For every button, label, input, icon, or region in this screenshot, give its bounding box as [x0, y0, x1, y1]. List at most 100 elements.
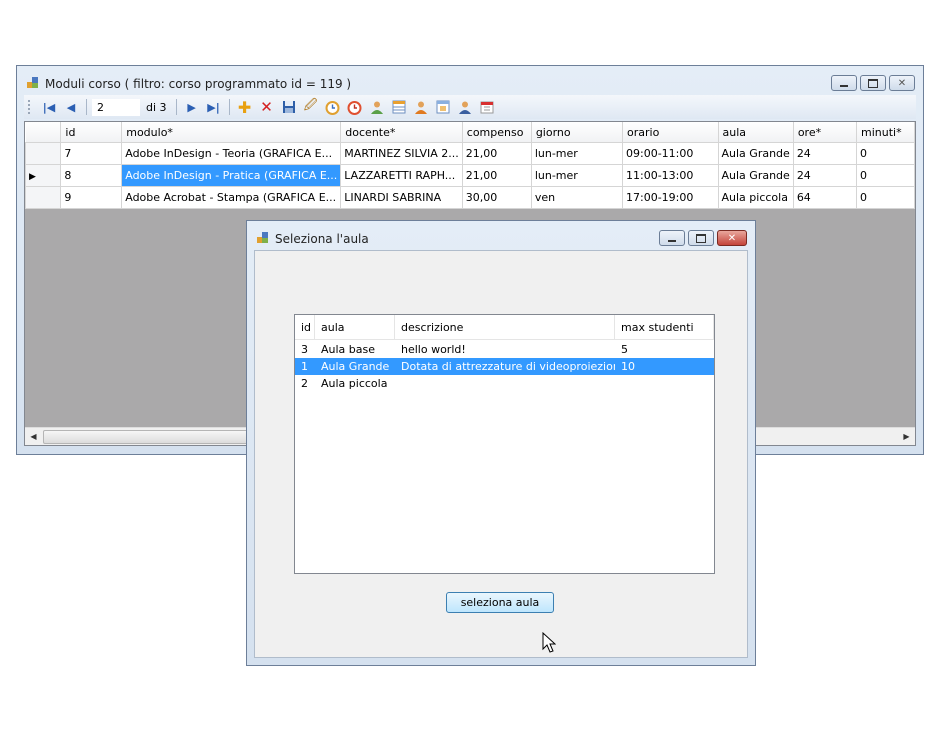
calendar-button[interactable]	[477, 98, 497, 116]
students-button[interactable]	[455, 98, 475, 116]
close-button[interactable]: ✕	[717, 230, 747, 246]
position-input[interactable]: 2	[92, 98, 140, 116]
moduli-table: id modulo* docente* compenso giorno orar…	[25, 122, 915, 209]
scroll-left-arrow-icon[interactable]: ◀	[25, 428, 42, 445]
grid-cell[interactable]: 0	[855, 186, 915, 209]
grid-cell[interactable]: lun-mer	[530, 164, 624, 187]
row-header[interactable]	[25, 186, 62, 209]
minimize-button[interactable]	[659, 230, 685, 246]
column-header[interactable]: modulo*	[121, 122, 342, 143]
move-last-icon: ▶|	[207, 100, 220, 114]
close-icon: ✕	[897, 77, 907, 89]
list-item[interactable]: 2 Aula piccola	[295, 375, 714, 392]
grid-cell[interactable]: 17:00-19:00	[622, 186, 719, 209]
row-header[interactable]: ▶	[25, 164, 62, 187]
user-button[interactable]	[367, 98, 387, 116]
column-header[interactable]: descrizione	[395, 315, 615, 339]
binding-navigator: |◀ ◀ 2 di 3 ▶ ▶| ✚ ✕ 🖉	[24, 95, 916, 119]
move-last-button[interactable]: ▶|	[204, 98, 224, 116]
column-header[interactable]: giorno	[531, 122, 624, 143]
grid-cell[interactable]: 09:00-11:00	[622, 142, 719, 165]
list-cell: Aula Grande	[321, 360, 390, 373]
grid-cell[interactable]: 24	[792, 164, 857, 187]
grid-cell[interactable]: 30,00	[461, 186, 532, 209]
delete-button[interactable]: ✕	[257, 98, 277, 116]
column-header[interactable]: max studenti	[615, 315, 714, 339]
list-cell: Aula base	[321, 343, 376, 356]
schedule-button[interactable]	[323, 98, 343, 116]
grid-cell[interactable]: LAZZARETTI RAPH...	[340, 164, 463, 187]
list-item-selected[interactable]: 1 Aula Grande Dotata di attrezzature di …	[295, 358, 714, 375]
column-header[interactable]: aula	[315, 315, 395, 339]
toolbar-separator	[86, 99, 87, 115]
listview-header: id aula descrizione max studenti	[295, 315, 714, 340]
grid-cell-selected[interactable]: Adobe InDesign - Pratica (GRAFICA E...	[121, 164, 342, 187]
table-row[interactable]: 9 Adobe Acrobat - Stampa (GRAFICA E... L…	[25, 186, 915, 209]
column-header[interactable]: id	[60, 122, 123, 143]
select-room-button[interactable]: seleziona aula	[446, 592, 554, 613]
grid-cell[interactable]: 11:00-13:00	[622, 164, 719, 187]
move-next-button[interactable]: ▶	[182, 98, 202, 116]
alarm-button[interactable]	[345, 98, 365, 116]
list-cell: hello world!	[401, 343, 466, 356]
edit-button[interactable]: 🖉	[301, 98, 321, 116]
grid-cell[interactable]: LINARDI SABRINA	[340, 186, 463, 209]
grid-cell[interactable]: Adobe InDesign - Teoria (GRAFICA E...	[121, 142, 342, 165]
calendar-view-button[interactable]	[433, 98, 453, 116]
list-cell: 10	[621, 360, 635, 373]
move-previous-button[interactable]: ◀	[61, 98, 81, 116]
minimize-icon	[668, 240, 676, 242]
grid-cell[interactable]: 21,00	[461, 142, 532, 165]
maximize-icon	[696, 233, 706, 243]
teacher-button[interactable]	[411, 98, 431, 116]
close-button[interactable]: ✕	[889, 75, 915, 91]
grid-cell[interactable]: ven	[530, 186, 624, 209]
grid-cell[interactable]: 24	[792, 142, 857, 165]
row-header[interactable]	[25, 142, 62, 165]
save-icon	[282, 101, 295, 113]
toolbar-grip[interactable]	[28, 100, 33, 114]
list-cell: 1	[301, 360, 308, 373]
toolbar-separator	[175, 99, 177, 115]
grid-corner-header[interactable]	[25, 122, 62, 143]
grid-cell[interactable]: lun-mer	[530, 142, 624, 165]
move-next-icon: ▶	[187, 100, 196, 114]
save-button[interactable]	[279, 98, 299, 116]
main-window-title: Moduli corso ( filtro: corso programmato…	[45, 77, 352, 91]
wand-icon: 🖉	[303, 98, 318, 113]
move-first-button[interactable]: |◀	[39, 98, 59, 116]
grid-cell[interactable]: MARTINEZ SILVIA 2...	[340, 142, 463, 165]
alarm-clock-icon	[347, 100, 362, 115]
grid-cell[interactable]: Aula Grande	[717, 164, 794, 187]
dialog-titlebar[interactable]: Seleziona l'aula ✕	[247, 221, 755, 249]
grid-cell[interactable]: 0	[855, 164, 915, 187]
column-header[interactable]: id	[295, 315, 315, 339]
grid-cell[interactable]: Aula piccola	[717, 186, 794, 209]
column-header[interactable]: ore*	[793, 122, 857, 143]
grid-cell[interactable]: 8	[60, 164, 123, 187]
table-row[interactable]: 7 Adobe InDesign - Teoria (GRAFICA E... …	[25, 142, 915, 165]
grid-cell[interactable]: 7	[60, 142, 123, 165]
column-header[interactable]: docente*	[340, 122, 463, 143]
column-header[interactable]: orario	[622, 122, 719, 143]
grid-cell[interactable]: Adobe Acrobat - Stampa (GRAFICA E...	[121, 186, 342, 209]
rooms-listview[interactable]: id aula descrizione max studenti 3 Aula …	[294, 314, 715, 574]
table-button[interactable]	[389, 98, 409, 116]
dialog-title: Seleziona l'aula	[275, 232, 369, 246]
maximize-button[interactable]	[688, 230, 714, 246]
column-header[interactable]: aula	[718, 122, 794, 143]
list-item[interactable]: 3 Aula base hello world! 5	[295, 341, 714, 358]
minimize-button[interactable]	[831, 75, 857, 91]
column-header[interactable]: minuti*	[856, 122, 915, 143]
add-new-button[interactable]: ✚	[235, 98, 255, 117]
grid-cell[interactable]: 9	[60, 186, 123, 209]
grid-cell[interactable]: 64	[792, 186, 857, 209]
grid-cell[interactable]: 0	[855, 142, 915, 165]
column-header[interactable]: compenso	[462, 122, 532, 143]
grid-cell[interactable]: 21,00	[461, 164, 532, 187]
main-titlebar[interactable]: Moduli corso ( filtro: corso programmato…	[17, 66, 923, 94]
maximize-button[interactable]	[860, 75, 886, 91]
scroll-right-arrow-icon[interactable]: ▶	[898, 428, 915, 445]
grid-cell[interactable]: Aula Grande	[717, 142, 794, 165]
table-row[interactable]: ▶ 8 Adobe InDesign - Pratica (GRAFICA E.…	[25, 164, 915, 187]
